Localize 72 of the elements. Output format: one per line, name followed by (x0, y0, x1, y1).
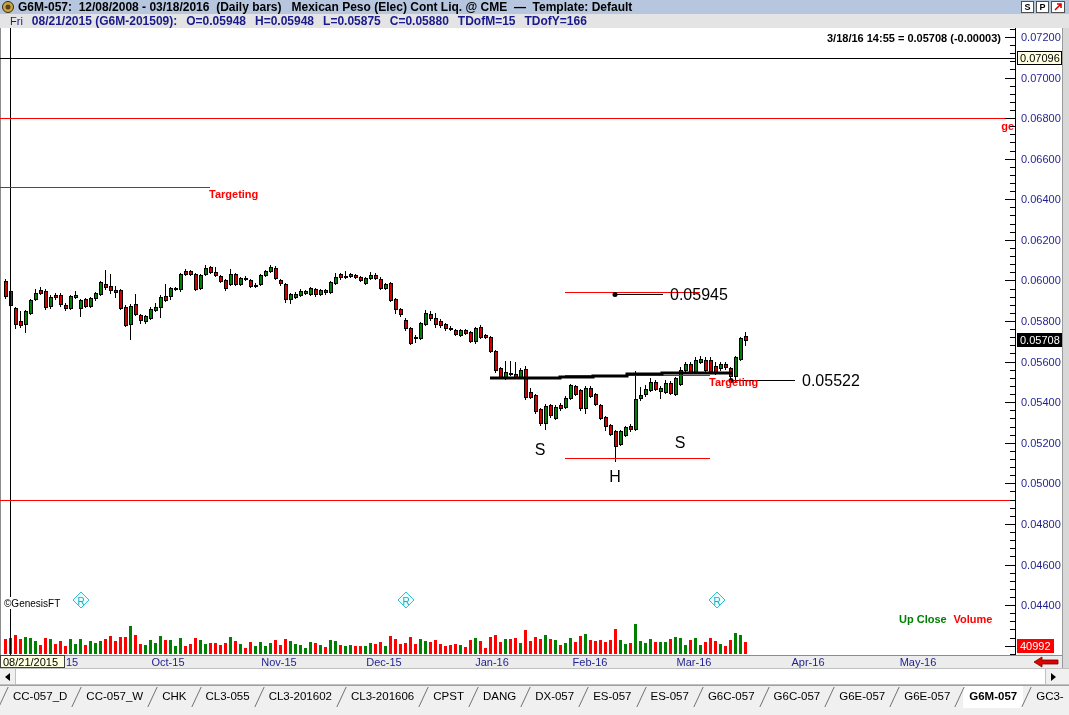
diamond-badge: R (708, 591, 726, 609)
axis-label: Dec-15 (366, 656, 402, 668)
axis-label: Oct-15 (151, 656, 185, 668)
info-field: C=0.05880 (389, 14, 449, 28)
axis-label: 0.04600 (1021, 558, 1061, 571)
axis-label: 15 (65, 656, 79, 668)
emblem-icon (2, 1, 14, 13)
tab[interactable]: G6C-057 (767, 686, 827, 708)
triangle-left-icon (5, 672, 10, 681)
legend-label: Volume (953, 613, 993, 625)
day-label: Fri (10, 14, 23, 28)
axis-label: Nov-15 (261, 656, 297, 668)
axis-label: 0.07200 (1021, 30, 1061, 43)
diamond-badge: R (72, 591, 90, 609)
axis-label: 0.04400 (1021, 599, 1061, 612)
axis-label: 0.05600 (1021, 355, 1061, 368)
info-field: O=0.05948 (186, 14, 246, 28)
pattern-label: H (609, 467, 621, 485)
tab[interactable]: G6M-057 (963, 686, 1024, 708)
tab[interactable]: GC3- (1030, 686, 1069, 708)
info-field: TDofM=15 (457, 14, 516, 28)
tab[interactable]: DX-057 (529, 686, 581, 708)
axis-label: 0.05800 (1021, 315, 1061, 327)
axis-label: 0.06800 (1021, 112, 1061, 125)
legend-label: Up Close (899, 613, 947, 625)
tab[interactable]: G6C-057 (701, 686, 761, 708)
price-label: 0.05522 (802, 371, 860, 389)
popout-button[interactable] (1051, 1, 1065, 13)
tab[interactable]: CL3-201606 (344, 686, 421, 708)
tab[interactable]: DANG (476, 686, 523, 708)
axis-label: Jan-16 (475, 656, 509, 668)
axis-label: May-16 (899, 656, 937, 668)
window-button[interactable]: S (1021, 1, 1034, 13)
tab[interactable]: CPST (427, 686, 470, 708)
info-field: 08/21/2015 (G6M-201509): (31, 14, 178, 28)
cursor-date-label: 08/21/2015 (0, 655, 65, 668)
price-tag: 0.07096 (1017, 51, 1062, 65)
tab[interactable]: CHK (156, 686, 193, 708)
axis-label: 0.05400 (1021, 396, 1061, 409)
window-button[interactable]: P (1036, 1, 1049, 13)
info-field: TDofY=166 (524, 14, 587, 28)
tab[interactable]: CL3-055 (199, 686, 256, 708)
last-price-tag: 0.05708 (1017, 333, 1062, 347)
tab[interactable]: G6E-057 (833, 686, 892, 708)
axis-label: 0.06400 (1021, 193, 1061, 206)
tab[interactable]: CC-057_D (7, 686, 74, 708)
axis-label: 0.05200 (1021, 436, 1061, 449)
tab[interactable]: CL3-201602 (262, 686, 338, 708)
window-title: G6M-057: 12/08/2008 - 03/18/2016 (Daily bars) Mexican Peso (Elec) Cont Liq. @ CME — Template: Default (18, 0, 633, 14)
axis-label: 0.06000 (1021, 274, 1061, 287)
target-label: Targeting (209, 187, 259, 200)
axis-label: 0.07000 (1021, 71, 1061, 84)
axis-label: 0.05000 (1021, 477, 1061, 490)
axis-label: Apr-16 (791, 656, 825, 668)
tab[interactable]: CC-057_W (80, 686, 150, 708)
axis-label: Feb-16 (572, 656, 608, 668)
axis-label: 0.04800 (1021, 517, 1061, 530)
axis-label: 0.06600 (1021, 152, 1061, 165)
axis-label: 0.06200 (1021, 233, 1061, 246)
info-field: H=0.05948 (255, 14, 315, 28)
triangle-right-icon (1051, 672, 1056, 681)
tab[interactable]: ES-057 (587, 686, 638, 708)
volume-tag: 40992 (1017, 639, 1054, 653)
copyright-label: ©GenesisFT (3, 597, 61, 609)
diamond-badge: R (397, 591, 415, 609)
arrow-up-right-icon (1053, 3, 1063, 11)
tab[interactable]: ES-057 (644, 686, 695, 708)
tab[interactable]: G6E-057 (898, 686, 957, 708)
arrow-left-icon[interactable] (1033, 656, 1059, 668)
info-field: L=0.05875 (323, 14, 381, 28)
quote-readout: 3/18/16 14:55 = 0.05708 (-0.00003) (827, 32, 1001, 44)
axis-label: Mar-16 (676, 656, 712, 668)
